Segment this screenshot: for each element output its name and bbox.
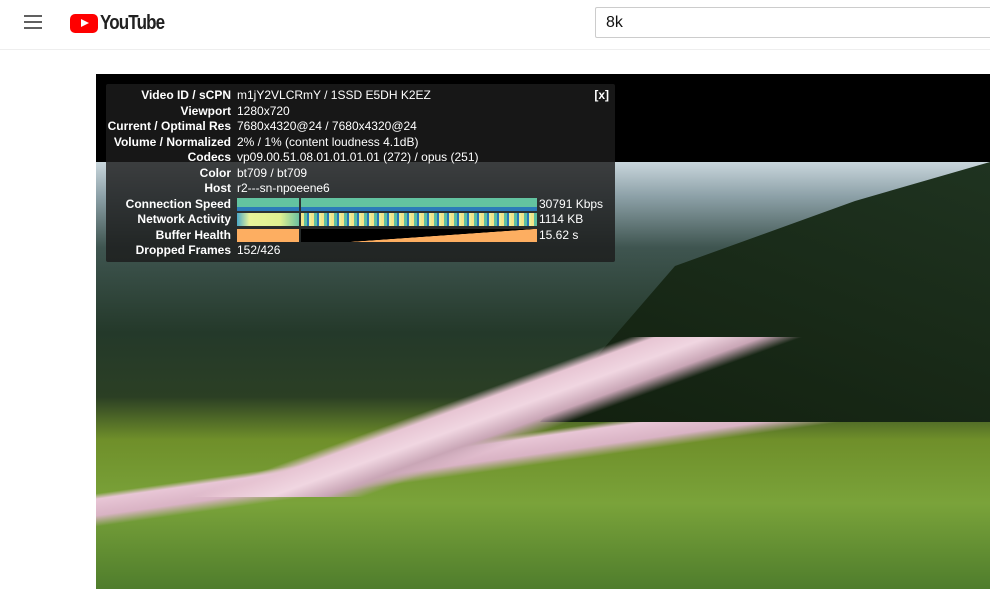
stat-value: 1280x720 <box>237 103 290 118</box>
buffer-health-graph <box>237 228 537 242</box>
logo-text: YouTube <box>100 12 165 34</box>
stat-value: 2% / 1% (content loudness 4.1dB) <box>237 134 419 149</box>
stat-value: 15.62 s <box>539 227 579 242</box>
masthead: YouTube <box>0 0 990 50</box>
stat-row: Current / Optimal Res 7680x4320@24 / 7680… <box>106 119 615 135</box>
stat-label: Viewport <box>180 103 231 118</box>
stat-label: Color <box>199 165 231 180</box>
stats-for-nerds-panel: [x] Video ID / sCPN m1jY2VLCRmY / 1SSD E5… <box>106 84 615 262</box>
stat-row: Dropped Frames 152/426 <box>106 243 615 259</box>
stat-label: Video ID / sCPN <box>141 88 231 102</box>
stat-value: m1jY2VLCRmY / 1SSD E5DH K2EZ <box>237 88 431 102</box>
stat-label: Codecs <box>187 150 231 164</box>
stat-value: 30791 Kbps <box>539 196 604 211</box>
connection-speed-graph <box>237 197 537 211</box>
stat-value: vp09.00.51.08.01.01.01.01 (272) / opus (… <box>237 150 479 164</box>
stat-label: Volume / Normalized <box>113 134 231 149</box>
stat-value: 152/426 <box>237 243 281 257</box>
stat-row: Codecs vp09.00.51.08.01.01.01.01 (272) / … <box>106 150 615 166</box>
network-activity-graph <box>237 213 537 227</box>
stat-row: Color bt709 / bt709 <box>106 166 615 182</box>
youtube-play-icon <box>70 14 98 33</box>
stat-label: Dropped Frames <box>135 243 231 257</box>
stat-label: Network Activity <box>137 212 231 226</box>
stat-label: Connection Speed <box>125 196 231 211</box>
stat-value: 1114 KB <box>539 212 584 226</box>
stat-value: r2---sn-npoeene6 <box>237 181 330 195</box>
stat-value: 7680x4320@24 / 7680x4320@24 <box>237 119 417 133</box>
search-input[interactable] <box>595 7 990 38</box>
youtube-logo[interactable]: YouTube <box>70 12 176 35</box>
stat-row-connection-speed: Connection Speed 30791 Kbps <box>106 197 615 213</box>
stat-label: Host <box>204 181 231 195</box>
stat-row: Video ID / sCPN m1jY2VLCRmY / 1SSD E5DH K… <box>106 88 615 104</box>
stat-row: Volume / Normalized 2% / 1% (content loud… <box>106 135 615 151</box>
video-player[interactable]: [x] Video ID / sCPN m1jY2VLCRmY / 1SSD E5… <box>96 74 990 589</box>
close-stats-button[interactable]: [x] <box>594 88 609 102</box>
stat-value: bt709 / bt709 <box>237 165 308 180</box>
menu-icon[interactable] <box>24 15 42 29</box>
stat-row-network-activity: Network Activity 1114 KB <box>106 212 615 228</box>
stat-label: Current / Optimal Res <box>107 119 231 133</box>
stat-row: Host r2---sn-npoeene6 <box>106 181 615 197</box>
stat-row: Viewport 1280x720 <box>106 104 615 120</box>
stat-row-buffer-health: Buffer Health 15.62 s <box>106 228 615 244</box>
stat-label: Buffer Health <box>155 227 231 242</box>
